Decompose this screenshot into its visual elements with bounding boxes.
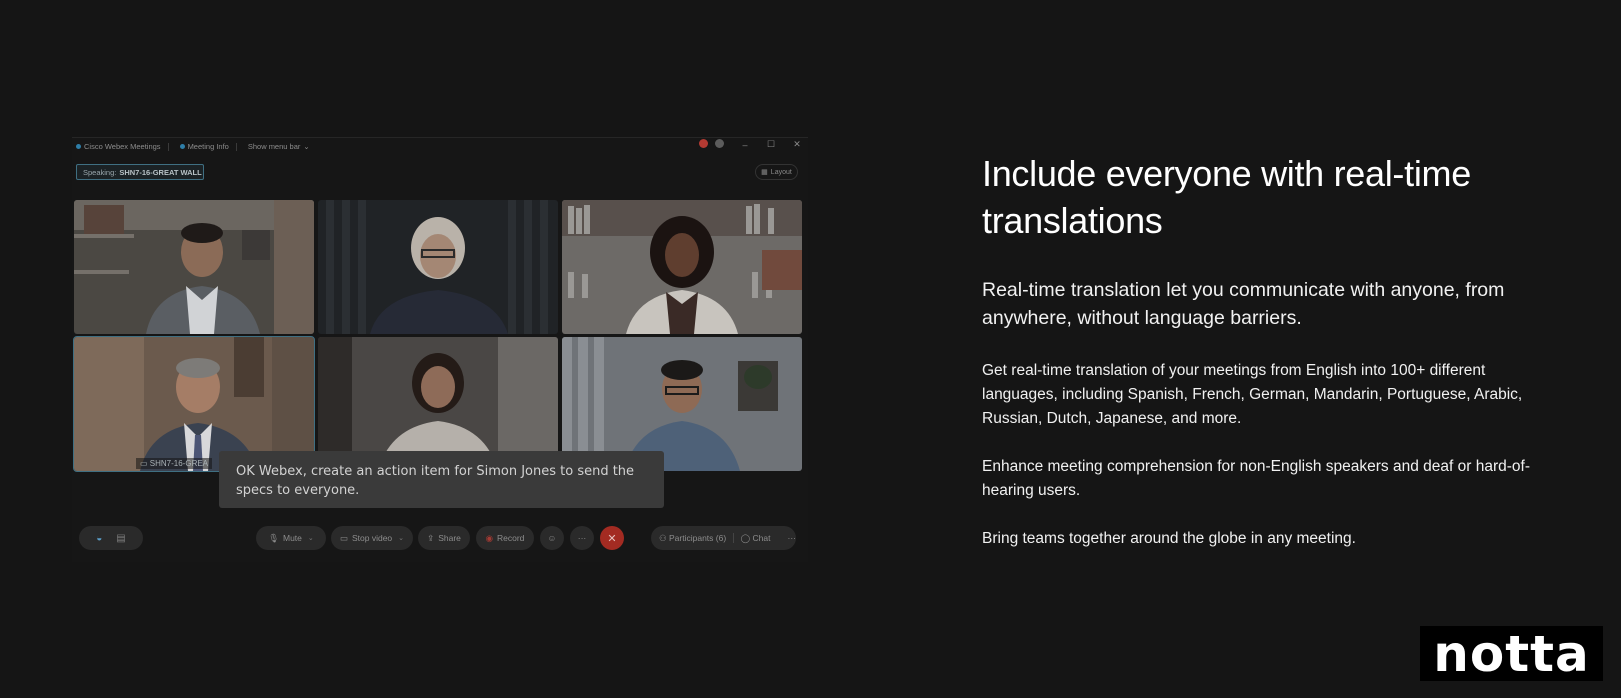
video-tile-participant-2[interactable] xyxy=(318,200,558,334)
reactions-button[interactable]: ☺ xyxy=(540,526,564,550)
webex-assistant-icon[interactable]: ◒ xyxy=(96,533,102,544)
minimize-button[interactable]: – xyxy=(732,140,758,150)
grid-icon: ▦ xyxy=(761,169,768,176)
device-icon: ▭ xyxy=(140,459,150,468)
close-icon: ✕ xyxy=(607,532,617,545)
person-icon: ⚇ xyxy=(659,532,667,543)
app-title: Cisco Webex Meetings xyxy=(76,142,161,151)
microphone-icon: 🎙︎ xyxy=(268,532,279,543)
video-tile-participant-1[interactable] xyxy=(74,200,314,334)
assistant-group: ◒ ▤ xyxy=(79,526,143,550)
feature-heading: Include everyone with real-time translat… xyxy=(982,153,1471,241)
close-window-button[interactable]: ✕ xyxy=(784,139,810,150)
mute-button[interactable]: 🎙︎ Mute ⌄ xyxy=(256,526,326,550)
speaker-name: SHN7-16-GREAT WALL xyxy=(119,167,202,177)
window-status-icons xyxy=(699,139,724,148)
panel-more-button[interactable]: ··· xyxy=(788,533,797,543)
record-button[interactable]: ◉ Record xyxy=(476,526,534,550)
maximize-button[interactable]: ☐ xyxy=(758,139,784,150)
stop-video-button[interactable]: ▭ Stop video ⌄ xyxy=(331,526,413,550)
captions-icon[interactable]: ▤ xyxy=(116,533,125,544)
chat-bubble-icon: ◯ xyxy=(740,532,751,543)
feature-paragraph-languages: Get real-time translation of your meetin… xyxy=(982,362,1523,427)
participants-button[interactable]: ⚇ Participants (6) xyxy=(659,533,726,544)
chevron-down-icon[interactable]: ⌄ xyxy=(398,534,404,542)
chevron-down-icon: ⌄ xyxy=(303,142,310,151)
share-icon: ⇪ xyxy=(427,532,435,543)
feature-paragraph-accessibility: Enhance meeting comprehension for non-En… xyxy=(982,458,1530,499)
participant-video xyxy=(74,200,314,334)
feature-paragraph-teams: Bring teams together around the globe in… xyxy=(982,530,1356,547)
recording-status-icon xyxy=(699,139,708,148)
meeting-info-button[interactable]: Meeting Info xyxy=(179,142,229,151)
compass-icon[interactable] xyxy=(715,139,724,148)
end-call-button[interactable]: ✕ xyxy=(600,526,624,550)
smiley-icon: ☺ xyxy=(547,533,557,543)
speaking-indicator: Speaking: SHN7-16-GREAT WALL xyxy=(76,164,204,180)
show-menu-bar-button[interactable]: Show menu bar ⌄ xyxy=(248,142,310,151)
participant-video xyxy=(562,200,802,334)
info-icon xyxy=(179,144,185,149)
panels-group: ⚇ Participants (6) ◯ Chat ··· xyxy=(651,526,796,550)
more-icon: ··· xyxy=(577,533,587,543)
video-tile-participant-3[interactable] xyxy=(562,200,802,334)
chevron-down-icon[interactable]: ⌄ xyxy=(308,534,314,542)
participant-video xyxy=(318,200,558,334)
more-options-button[interactable]: ··· xyxy=(570,526,594,550)
feature-lead: Real-time translation let you communicat… xyxy=(982,279,1505,329)
webex-meeting-window: Cisco Webex Meetings Meeting Info Show m… xyxy=(72,137,808,562)
feature-copy: Include everyone with real-time translat… xyxy=(982,150,1542,551)
notta-logo: notta xyxy=(1420,626,1603,681)
window-controls: – ☐ ✕ xyxy=(732,139,810,150)
video-camera-icon: ▭ xyxy=(339,532,348,543)
participant-name-tag: ▭ SHN7-16-GREA xyxy=(136,458,213,469)
meeting-control-bar: ◒ ▤ 🎙︎ Mute ⌄ ▭ Stop video ⌄ ⇪ Share ◉ R… xyxy=(72,526,808,554)
share-button[interactable]: ⇪ Share xyxy=(418,526,470,550)
window-title-bar: Cisco Webex Meetings Meeting Info Show m… xyxy=(72,138,808,155)
record-icon: ◉ xyxy=(485,532,493,543)
chat-button[interactable]: ◯ Chat xyxy=(741,533,771,544)
layout-button[interactable]: ▦ Layout xyxy=(755,164,798,180)
live-caption-overlay: OK Webex, create an action item for Simo… xyxy=(219,451,664,508)
webex-logo-icon xyxy=(76,144,81,149)
